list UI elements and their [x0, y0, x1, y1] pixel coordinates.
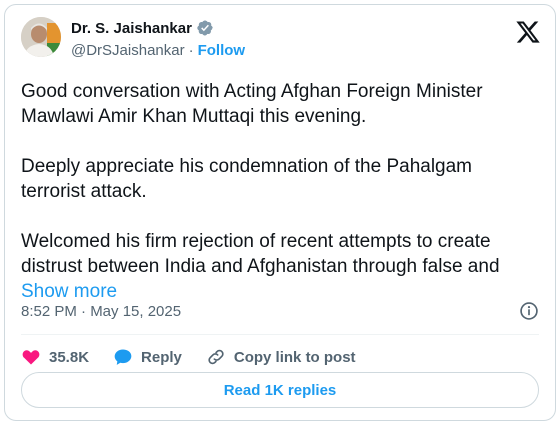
like-button[interactable]: 35.8K — [21, 347, 89, 367]
tweet-paragraph-1: Good conversation with Acting Afghan For… — [21, 81, 483, 127]
tweet-paragraph-2: Deeply appreciate his condemnation of th… — [21, 156, 473, 202]
author-name[interactable]: Dr. S. Jaishankar — [71, 20, 192, 37]
avatar-image — [21, 17, 61, 57]
verified-badge-icon — [197, 20, 213, 36]
heart-icon — [22, 350, 40, 365]
link-icon — [208, 349, 224, 365]
handle-row: @DrSJaishankar · Follow — [71, 42, 245, 59]
like-count: 35.8K — [49, 348, 90, 366]
reply-button[interactable]: Reply — [113, 347, 182, 367]
timestamp[interactable]: 8:52 PM · May 15, 2025 — [21, 303, 181, 320]
follow-button[interactable]: Follow — [198, 42, 246, 59]
author-name-row: Dr. S. Jaishankar — [71, 19, 214, 37]
tweet-paragraph-3-text: Welcomed his firm rejection of recent at… — [21, 231, 500, 277]
x-logo-icon[interactable] — [515, 19, 541, 45]
tweet-text: Good conversation with Acting Afghan For… — [21, 79, 541, 304]
info-icon[interactable] — [519, 301, 539, 321]
reply-label: Reply — [141, 348, 182, 366]
read-replies-button[interactable]: Read 1K replies — [21, 372, 539, 408]
show-more-link[interactable]: Show more — [21, 281, 117, 302]
divider — [21, 334, 539, 335]
copy-link-label: Copy link to post — [233, 348, 356, 366]
tweet-paragraph-3: Welcomed his firm rejection of recent at… — [21, 229, 541, 304]
avatar[interactable] — [21, 17, 61, 57]
reply-bubble-icon — [114, 349, 132, 365]
action-bar: 35.8K Reply Copy link to post — [21, 345, 380, 369]
copy-link-button[interactable]: Copy link to post — [206, 347, 356, 367]
author-handle[interactable]: @DrSJaishankar — [71, 42, 185, 59]
tweet-card: Dr. S. Jaishankar @DrSJaishankar · Follo… — [4, 4, 556, 421]
separator-dot: · — [188, 42, 194, 59]
